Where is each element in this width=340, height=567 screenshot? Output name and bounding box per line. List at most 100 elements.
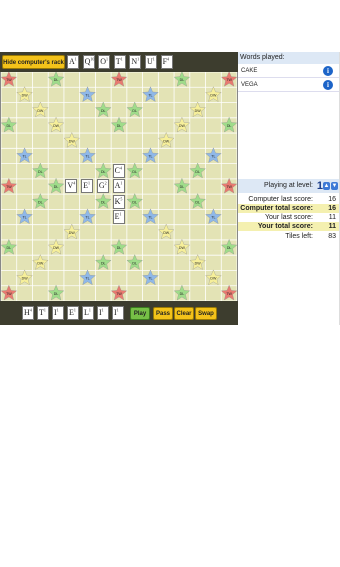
computer-rack-tile[interactable]: A1 (67, 55, 79, 69)
level-up-icon[interactable]: ▲ (323, 182, 330, 190)
score-value: 11 (328, 223, 336, 230)
triple-letter-label: TL (211, 216, 215, 220)
double-letter-label: DL (132, 261, 137, 265)
double-word-label: DW (22, 277, 29, 281)
double-letter-label: DL (132, 170, 137, 174)
double-letter-label: DL (54, 292, 59, 296)
tile-score: 1 (137, 56, 140, 62)
double-word-label: DW (53, 124, 60, 128)
triple-letter-label: TL (22, 216, 26, 220)
player-rack-tile[interactable]: I1 (97, 306, 109, 320)
tile-score: 1 (119, 211, 122, 217)
double-word-label: DW (69, 231, 76, 235)
tile-score: 1 (120, 180, 123, 186)
computer-rack-tile[interactable]: Q10 (82, 55, 95, 69)
word-row: VEGA i (238, 78, 339, 92)
double-letter-label: DL (101, 261, 106, 265)
double-word-label: DW (163, 231, 170, 235)
double-word-label: DW (210, 277, 217, 281)
double-letter-label: DL (180, 185, 185, 189)
triple-letter-label: TL (85, 216, 89, 220)
triple-letter-label: TL (148, 155, 152, 159)
triple-letter-label: TL (148, 216, 152, 220)
scrabble-app: Hide computer's rack A1 Q10 O1 T1 N1 U1 F4 TW T… (0, 0, 340, 325)
player-rack-tile[interactable]: T1 (37, 306, 49, 320)
computer-rack-tile[interactable]: O1 (98, 55, 111, 69)
side-panel: Words played: CAKE i VEGA i Playing at l… (238, 52, 340, 325)
clear-button[interactable]: Clear (174, 307, 194, 320)
player-rack-tile[interactable]: I1 (112, 306, 124, 320)
double-word-label: DW (210, 94, 217, 98)
computer-rack-tile[interactable]: U1 (145, 55, 157, 69)
double-letter-label: DL (7, 124, 12, 128)
computer-rack-tile[interactable]: N1 (129, 55, 142, 69)
double-letter-label: DL (38, 170, 43, 174)
tile-score: 4 (29, 307, 32, 313)
info-icon[interactable]: i (323, 80, 333, 90)
score-row-your-total: Your total score: 11 (238, 222, 339, 231)
board-tile: A1 (112, 179, 125, 194)
triple-letter-label: TL (85, 94, 89, 98)
board-tile: E1 (112, 209, 125, 224)
score-row-computer-last: Computer last score: 16 (238, 195, 339, 204)
score-row-tiles-left: Tiles left: 83 (238, 232, 339, 241)
swap-button[interactable]: Swap (195, 307, 217, 320)
board-tile: K5 (112, 194, 125, 209)
level-down-icon[interactable]: ▼ (331, 182, 338, 190)
tile-score: 4 (73, 180, 76, 186)
double-letter-label: DL (117, 246, 122, 250)
triple-letter-label: TL (211, 155, 215, 159)
tile-score: 1 (152, 56, 155, 62)
tile-score: 1 (74, 56, 77, 62)
tile-score: 1 (43, 307, 46, 313)
score-label: Tiles left: (285, 233, 313, 240)
player-rack-tile[interactable]: I1 (52, 306, 64, 320)
triple-letter-label: TL (85, 277, 89, 281)
double-letter-label: DL (195, 170, 200, 174)
pass-button[interactable]: Pass (153, 307, 173, 320)
words-played-header: Words played: (238, 52, 339, 64)
triple-word-label: TW (6, 78, 12, 82)
score-value: 16 (328, 205, 336, 212)
tile-score: 5 (120, 195, 123, 201)
double-letter-label: DL (195, 200, 200, 204)
double-word-label: DW (37, 261, 44, 265)
double-word-label: DW (179, 246, 186, 250)
score-row-your-last: Your last score: 11 (238, 213, 339, 222)
tile-score: 1 (73, 307, 76, 313)
tile-score: 10 (90, 56, 95, 62)
player-rack-tile[interactable]: H4 (22, 306, 34, 320)
triple-word-label: TW (226, 292, 232, 296)
score-label: Your total score: (257, 223, 313, 230)
double-letter-label: DL (38, 200, 43, 204)
level-label: Playing at level: (263, 182, 313, 189)
word-row: CAKE i (238, 64, 339, 78)
player-rack-bar: H4 T1 I1 E1 L1 I1 I1 Play Pass Clear Swap (0, 301, 238, 325)
double-word-label: DW (195, 261, 202, 265)
double-letter-label: DL (180, 78, 185, 82)
computer-rack-tile[interactable]: F4 (160, 55, 173, 69)
double-letter-label: DL (7, 246, 12, 250)
tile-score: 1 (120, 56, 123, 62)
triple-word-label: TW (6, 292, 12, 296)
double-letter-label: DL (101, 170, 106, 174)
double-letter-label: DL (117, 124, 122, 128)
board-tile: G2 (96, 179, 109, 194)
double-word-label: DW (179, 124, 186, 128)
double-word-label: DW (37, 109, 44, 113)
double-letter-label: DL (132, 200, 137, 204)
game-board: TW TW TW TW TW TW TW TW DW DW DW DW DW DW DW DW DW DW DW DW… (0, 72, 238, 301)
play-button[interactable]: Play (130, 307, 150, 320)
tile-score: 1 (116, 307, 119, 313)
score-label: Computer total score: (240, 205, 313, 212)
computer-rack-tile[interactable]: T1 (113, 55, 126, 69)
score-label: Your last score: (265, 214, 313, 221)
player-rack-tile[interactable]: L1 (82, 306, 94, 320)
player-rack-tile[interactable]: E1 (67, 306, 79, 320)
hide-computer-rack-button[interactable]: Hide computer's rack (2, 55, 65, 69)
info-icon[interactable]: i (323, 66, 333, 76)
triple-letter-label: TL (148, 94, 152, 98)
double-letter-label: DL (180, 292, 185, 296)
tile-score: 2 (104, 180, 107, 186)
tile-score: 1 (56, 307, 59, 313)
